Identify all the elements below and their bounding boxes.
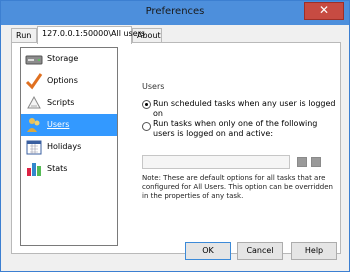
sidebar-item-holidays[interactable]: Holidays: [21, 136, 117, 158]
window-title: Preferences: [145, 6, 205, 17]
tab-run-label: Run: [16, 31, 32, 40]
tab-panel: Storage Options Scripts Users Holidays S…: [11, 42, 341, 254]
add-user-button[interactable]: [297, 157, 307, 167]
sidebar-item-label: Options: [47, 76, 78, 85]
tab-all-users[interactable]: 127.0.0.1:50000\All users: [37, 26, 145, 44]
preferences-window: Preferences ✕ Run 127.0.0.1:50000\All us…: [0, 0, 350, 272]
remove-user-button[interactable]: [311, 157, 321, 167]
note-text: Note: These are default options for all …: [142, 174, 333, 200]
close-icon: ✕: [318, 3, 330, 17]
ok-button[interactable]: OK: [185, 242, 231, 260]
close-button[interactable]: ✕: [304, 2, 344, 20]
sidebar-item-label: Holidays: [47, 142, 82, 151]
radio-any-user-label[interactable]: Run scheduled tasks when any user is log…: [153, 99, 340, 119]
sidebar-item-scripts[interactable]: Scripts: [21, 92, 117, 114]
dialog-body: Run 127.0.0.1:50000\All users About Stor…: [7, 25, 343, 265]
sidebar-item-storage[interactable]: Storage: [21, 48, 117, 70]
calendar-icon: [26, 140, 42, 155]
help-button[interactable]: Help: [291, 242, 337, 260]
sidebar-item-users[interactable]: Users: [21, 114, 117, 136]
checkmark-icon: [25, 73, 43, 90]
sidebar-item-stats[interactable]: Stats: [21, 158, 117, 180]
title-bar[interactable]: Preferences ✕: [1, 1, 349, 25]
storage-icon: [25, 55, 43, 65]
sidebar-item-label: Scripts: [47, 98, 75, 107]
users-icon: [27, 118, 40, 132]
sidebar-item-label: Users: [47, 120, 70, 129]
cancel-button[interactable]: Cancel: [237, 242, 283, 260]
radio-specific-users-label-1[interactable]: Run tasks when only one of the following: [153, 119, 317, 129]
sidebar-item-label: Stats: [47, 164, 68, 173]
scripts-icon: [27, 95, 41, 109]
bar-chart-icon: [27, 163, 41, 176]
tab-all-users-label: 127.0.0.1:50000\All users: [42, 29, 146, 38]
sidebar-item-options[interactable]: Options: [21, 70, 117, 92]
radio-specific-users[interactable]: [142, 122, 151, 131]
radio-any-user[interactable]: [142, 100, 151, 109]
sidebar-item-label: Storage: [47, 54, 79, 63]
category-list[interactable]: Storage Options Scripts Users Holidays S…: [20, 47, 118, 246]
users-input[interactable]: [142, 155, 290, 169]
radio-specific-users-label-2[interactable]: users is logged on and active:: [153, 129, 273, 139]
users-group-label: Users: [142, 82, 165, 91]
